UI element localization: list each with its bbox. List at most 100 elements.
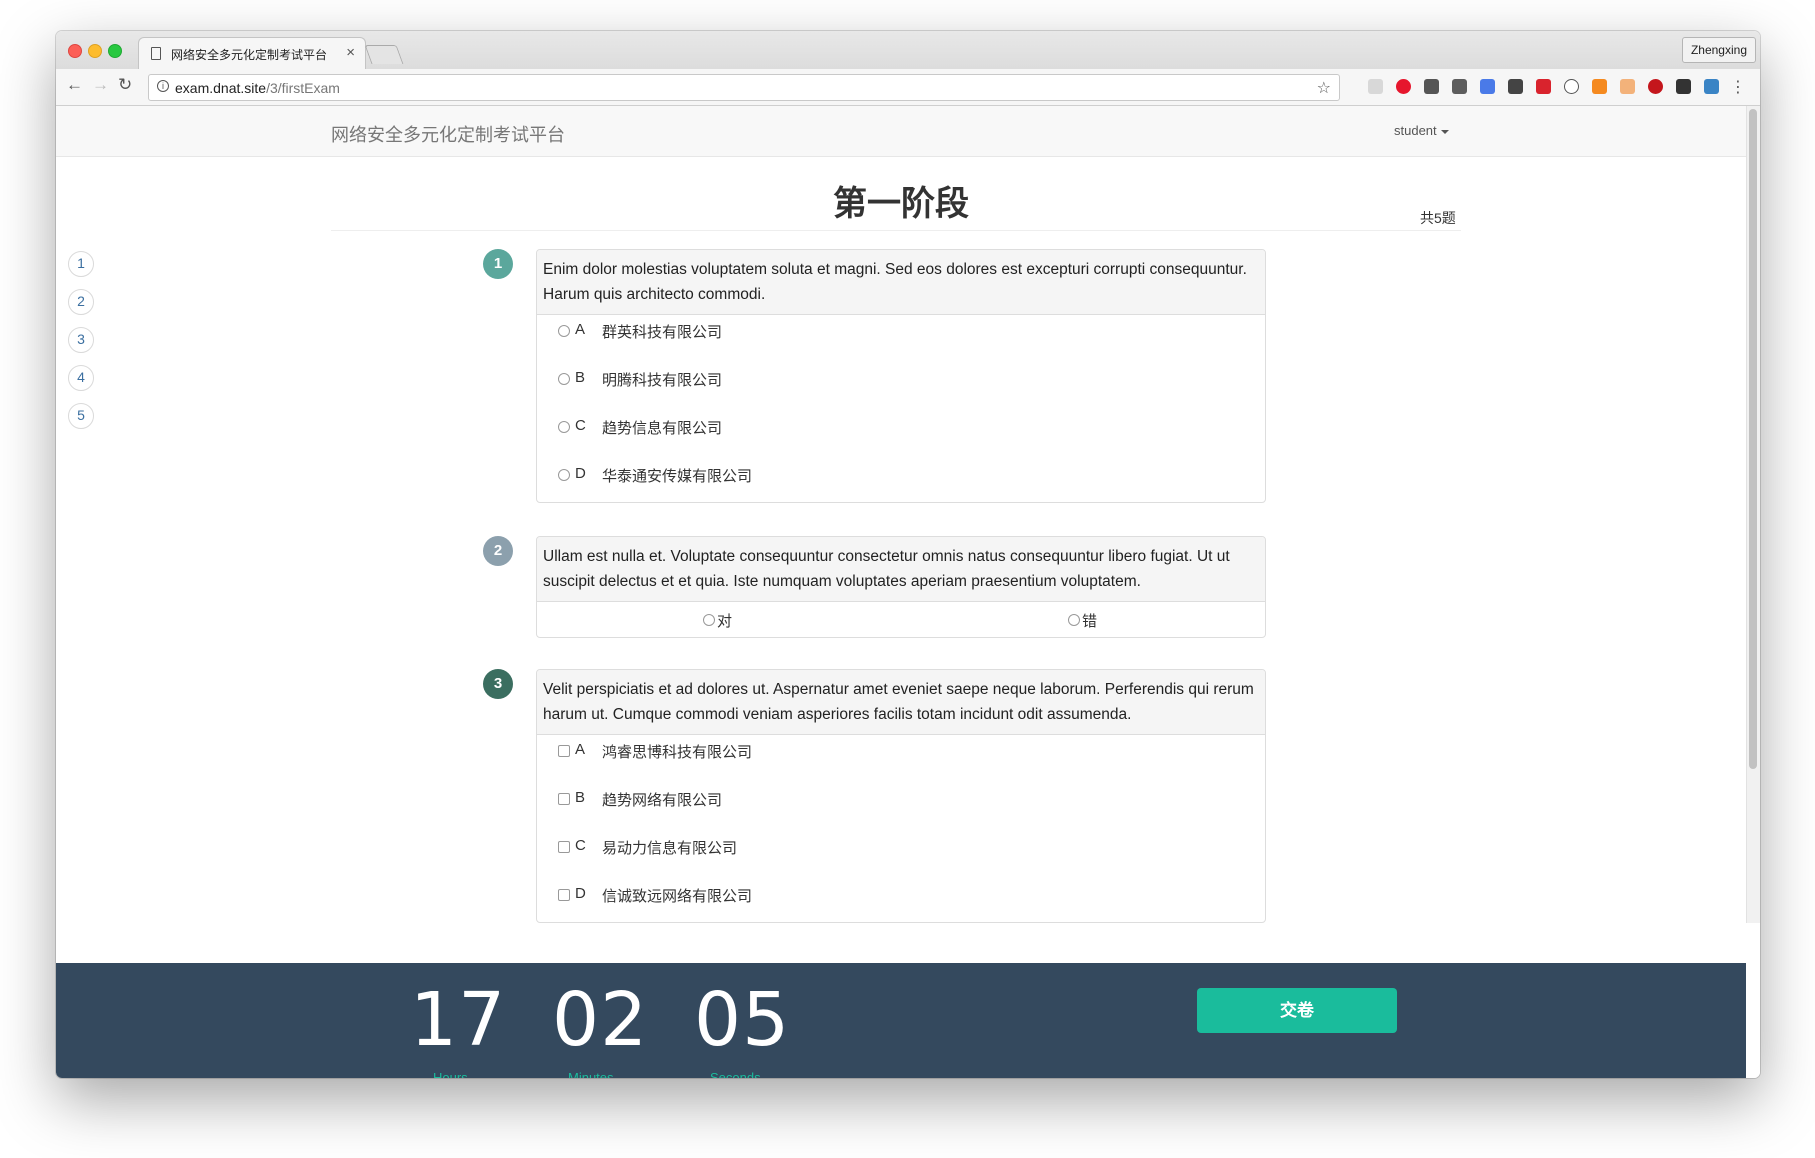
profile-button[interactable]: Zhengxing (1681, 37, 1756, 63)
option-text: 华泰通安传媒有限公司 (602, 468, 753, 485)
option-letter: D (575, 465, 586, 482)
fe-helper-extension-icon[interactable] (1536, 79, 1551, 94)
reload-icon[interactable]: ↻ (118, 75, 132, 95)
minutes-label: Minutes (568, 1070, 614, 1078)
radio-button[interactable] (558, 421, 570, 433)
user-dropdown[interactable]: student (1394, 123, 1449, 138)
page-title: 第一阶段 (833, 185, 969, 223)
option-a[interactable]: A 群英科技有限公司 (537, 315, 1265, 363)
question-text: Ullam est nulla et. Voluptate consequunt… (537, 537, 1265, 602)
qr-code-extension-icon[interactable] (1508, 79, 1523, 94)
option-c[interactable]: C 易动力信息有限公司 (537, 831, 1265, 879)
url-path: /3/firstExam (266, 80, 340, 96)
question-number-badge: 3 (483, 669, 513, 699)
question-text: Enim dolor molestias voluptatem soluta e… (537, 250, 1265, 315)
pocket-extension-icon[interactable] (1452, 79, 1467, 94)
site-brand[interactable]: 网络安全多元化定制考试平台 (331, 121, 565, 147)
tab-title: 网络安全多元化定制考试平台 (171, 48, 328, 62)
checkbox[interactable] (558, 745, 570, 757)
caret-down-icon (1440, 129, 1449, 134)
browser-window: 网络安全多元化定制考试平台 × Zhengxing ← → ↻ i exam.d… (56, 31, 1760, 1078)
seconds-value: 05 (694, 977, 791, 1063)
hours-label: Hours (433, 1070, 468, 1078)
radio-button[interactable] (558, 325, 570, 337)
minutes-value: 02 (552, 977, 649, 1063)
option-b[interactable]: B 趋势网络有限公司 (537, 783, 1265, 831)
true-label[interactable]: 对 (717, 610, 732, 631)
option-letter: A (575, 741, 586, 758)
checkbox[interactable] (558, 793, 570, 805)
false-label[interactable]: 错 (1082, 610, 1097, 631)
maximize-window-button[interactable] (108, 44, 122, 58)
option-letter: B (575, 369, 586, 386)
evernote-extension-icon[interactable] (1424, 79, 1439, 94)
question-panel-2: Ullam est nulla et. Voluptate consequunt… (536, 536, 1266, 638)
checkbox[interactable] (558, 889, 570, 901)
question-panel-3: Velit perspiciatis et ad dolores ut. Asp… (536, 669, 1266, 923)
scrollbar-thumb[interactable] (1749, 109, 1757, 769)
option-letter: D (575, 885, 586, 902)
translate-extension-icon[interactable] (1480, 79, 1495, 94)
option-b[interactable]: B 明腾科技有限公司 (537, 363, 1265, 411)
true-false-options: 对 错 (537, 602, 1265, 637)
option-text: 趋势信息有限公司 (602, 420, 723, 437)
true-radio-button[interactable] (703, 614, 715, 626)
document-icon (151, 47, 161, 60)
option-d[interactable]: D 华泰通安传媒有限公司 (537, 459, 1265, 502)
browser-menu-icon[interactable]: ⋮ (1730, 77, 1746, 97)
question-total: 共5题 (1420, 210, 1456, 226)
option-text: 信诚致远网络有限公司 (602, 888, 753, 905)
hours-value: 17 (410, 977, 507, 1063)
radio-button[interactable] (558, 373, 570, 385)
s-extension-icon[interactable] (1704, 79, 1719, 94)
title-divider (331, 230, 1461, 231)
new-tab-button[interactable] (364, 45, 404, 64)
extension-gear-icon[interactable] (1368, 79, 1383, 94)
tab-strip: 网络安全多元化定制考试平台 × Zhengxing (56, 31, 1760, 70)
browser-toolbar: ← → ↻ i exam.dnat.site/3/firstExam ☆ ⋮ (56, 69, 1760, 106)
url-host: exam.dnat.site (175, 80, 267, 96)
info-extension-icon[interactable] (1564, 79, 1579, 94)
orange-extension-icon[interactable] (1592, 79, 1607, 94)
info-icon[interactable]: i (157, 80, 169, 92)
question-nav-4[interactable]: 4 (68, 365, 94, 391)
option-letter: C (575, 417, 586, 434)
forward-arrow-icon[interactable]: → (92, 75, 109, 95)
question-text: Velit perspiciatis et ad dolores ut. Asp… (537, 670, 1265, 735)
option-letter: B (575, 789, 586, 806)
bookmark-star-icon[interactable]: ☆ (1317, 78, 1331, 98)
address-bar[interactable]: i exam.dnat.site/3/firstExam ☆ (148, 74, 1340, 101)
radio-button[interactable] (558, 469, 570, 481)
question-nav-1[interactable]: 1 (68, 251, 94, 277)
option-a[interactable]: A 鸿睿思博科技有限公司 (537, 735, 1265, 783)
false-radio-button[interactable] (1068, 614, 1080, 626)
option-text: 明腾科技有限公司 (602, 372, 723, 389)
question-nav-2[interactable]: 2 (68, 289, 94, 315)
option-c[interactable]: C 趋势信息有限公司 (537, 411, 1265, 459)
checkbox[interactable] (558, 841, 570, 853)
weibo-extension-icon[interactable] (1396, 79, 1411, 94)
minimize-window-button[interactable] (88, 44, 102, 58)
question-number-badge: 1 (483, 249, 513, 279)
option-d[interactable]: D 信诚致远网络有限公司 (537, 879, 1265, 922)
user-name: student (1394, 123, 1437, 138)
submit-exam-button[interactable]: 交卷 (1197, 988, 1397, 1033)
option-text: 群英科技有限公司 (602, 324, 723, 341)
ublock-extension-icon[interactable] (1648, 79, 1663, 94)
timer-footer: 17 Hours 02 Minutes 05 Seconds 交卷 (56, 963, 1746, 1078)
option-text: 趋势网络有限公司 (602, 792, 723, 809)
question-nav-3[interactable]: 3 (68, 327, 94, 353)
question-panel-1: Enim dolor molestias voluptatem soluta e… (536, 249, 1266, 503)
page-content: 网络安全多元化定制考试平台 student 第一阶段 共5题 1 2 3 4 5… (56, 106, 1760, 1078)
close-window-button[interactable] (68, 44, 82, 58)
question-nav-5[interactable]: 5 (68, 403, 94, 429)
option-text: 鸿睿思博科技有限公司 (602, 744, 753, 761)
url-text: exam.dnat.site/3/firstExam (175, 80, 340, 96)
browser-tab[interactable]: 网络安全多元化定制考试平台 × (138, 37, 366, 70)
back-arrow-icon[interactable]: ← (66, 75, 83, 95)
question-number-badge: 2 (483, 536, 513, 566)
dark-extension-icon[interactable] (1676, 79, 1691, 94)
seconds-label: Seconds (710, 1070, 761, 1078)
pattern-extension-icon[interactable] (1620, 79, 1635, 94)
tab-close-icon[interactable]: × (346, 44, 355, 61)
